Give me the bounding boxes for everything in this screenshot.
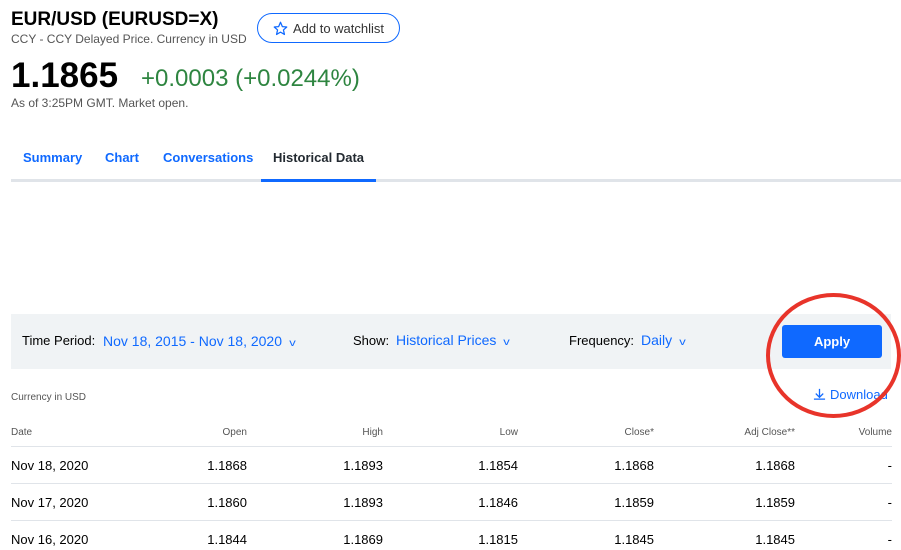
column-header: Open xyxy=(222,427,247,438)
column-header: High xyxy=(362,427,383,438)
table-cell: 1.1845 xyxy=(614,532,654,547)
chevron-down-icon: v xyxy=(679,337,686,348)
table-cell: - xyxy=(887,458,892,473)
time-period-dropdown[interactable]: Nov 18, 2015 - Nov 18, 2020 v xyxy=(103,333,296,349)
quote-title: EUR/USD (EURUSD=X) xyxy=(11,9,219,30)
tab-chart[interactable]: Chart xyxy=(105,150,139,165)
add-to-watchlist-button[interactable]: Add to watchlist xyxy=(257,13,400,43)
table-cell: 1.1860 xyxy=(207,495,247,510)
table-cell: 1.1859 xyxy=(755,495,795,510)
filter-bar: Time Period: Nov 18, 2015 - Nov 18, 2020… xyxy=(11,314,891,369)
time-period-value: Nov 18, 2015 - Nov 18, 2020 xyxy=(103,333,283,349)
table-cell: - xyxy=(887,532,892,547)
column-header: Close* xyxy=(624,427,654,438)
row-divider xyxy=(11,520,892,521)
as-of-time: As of 3:25PM GMT. Market open. xyxy=(11,96,189,110)
tab-historical-data[interactable]: Historical Data xyxy=(273,150,364,165)
chevron-down-icon: v xyxy=(503,337,511,348)
table-cell: 1.1868 xyxy=(755,458,795,473)
table-cell: - xyxy=(887,495,892,510)
active-tab-indicator xyxy=(261,179,376,182)
show-value: Historical Prices xyxy=(396,332,497,348)
tab-divider xyxy=(11,179,901,182)
quote-subtitle: CCY - CCY Delayed Price. Currency in USD xyxy=(11,32,247,46)
price-change: +0.0003 (+0.0244%) xyxy=(141,65,360,92)
table-cell: 1.1854 xyxy=(478,458,518,473)
table-cell: Nov 16, 2020 xyxy=(11,532,89,547)
table-cell: 1.1868 xyxy=(207,458,247,473)
column-header: Volume xyxy=(858,427,892,438)
table-cell: 1.1893 xyxy=(343,495,383,510)
time-period-label: Time Period: xyxy=(22,333,96,348)
column-header: Low xyxy=(499,427,518,438)
frequency-label: Frequency: xyxy=(569,333,635,348)
table-cell: 1.1868 xyxy=(614,458,654,473)
row-divider xyxy=(11,483,892,484)
table-cell: 1.1815 xyxy=(478,532,518,547)
column-header: Date xyxy=(11,427,33,438)
frequency-dropdown[interactable]: Daily v xyxy=(641,332,686,348)
table-cell: Nov 17, 2020 xyxy=(11,495,89,510)
currency-note: Currency in USD xyxy=(11,392,87,403)
row-divider xyxy=(11,446,892,447)
tab-conversations[interactable]: Conversations xyxy=(163,150,253,165)
watchlist-label: Add to watchlist xyxy=(292,20,385,36)
show-dropdown[interactable]: Historical Prices v xyxy=(396,332,511,348)
column-header: Adj Close** xyxy=(744,427,795,438)
annotation-circle xyxy=(766,293,901,418)
table-cell: 1.1859 xyxy=(614,495,654,510)
table-cell: 1.1846 xyxy=(478,495,518,510)
table-cell: 1.1893 xyxy=(343,458,383,473)
current-price: 1.1865 xyxy=(11,56,119,95)
table-cell: Nov 18, 2020 xyxy=(11,458,89,473)
frequency-value: Daily xyxy=(641,332,673,348)
table-cell: 1.1869 xyxy=(343,532,383,547)
star-icon xyxy=(273,21,288,35)
table-cell: 1.1844 xyxy=(207,532,247,547)
chevron-down-icon: v xyxy=(289,338,296,349)
show-label: Show: xyxy=(353,333,390,348)
tab-summary[interactable]: Summary xyxy=(23,150,82,165)
table-cell: 1.1845 xyxy=(755,532,795,547)
